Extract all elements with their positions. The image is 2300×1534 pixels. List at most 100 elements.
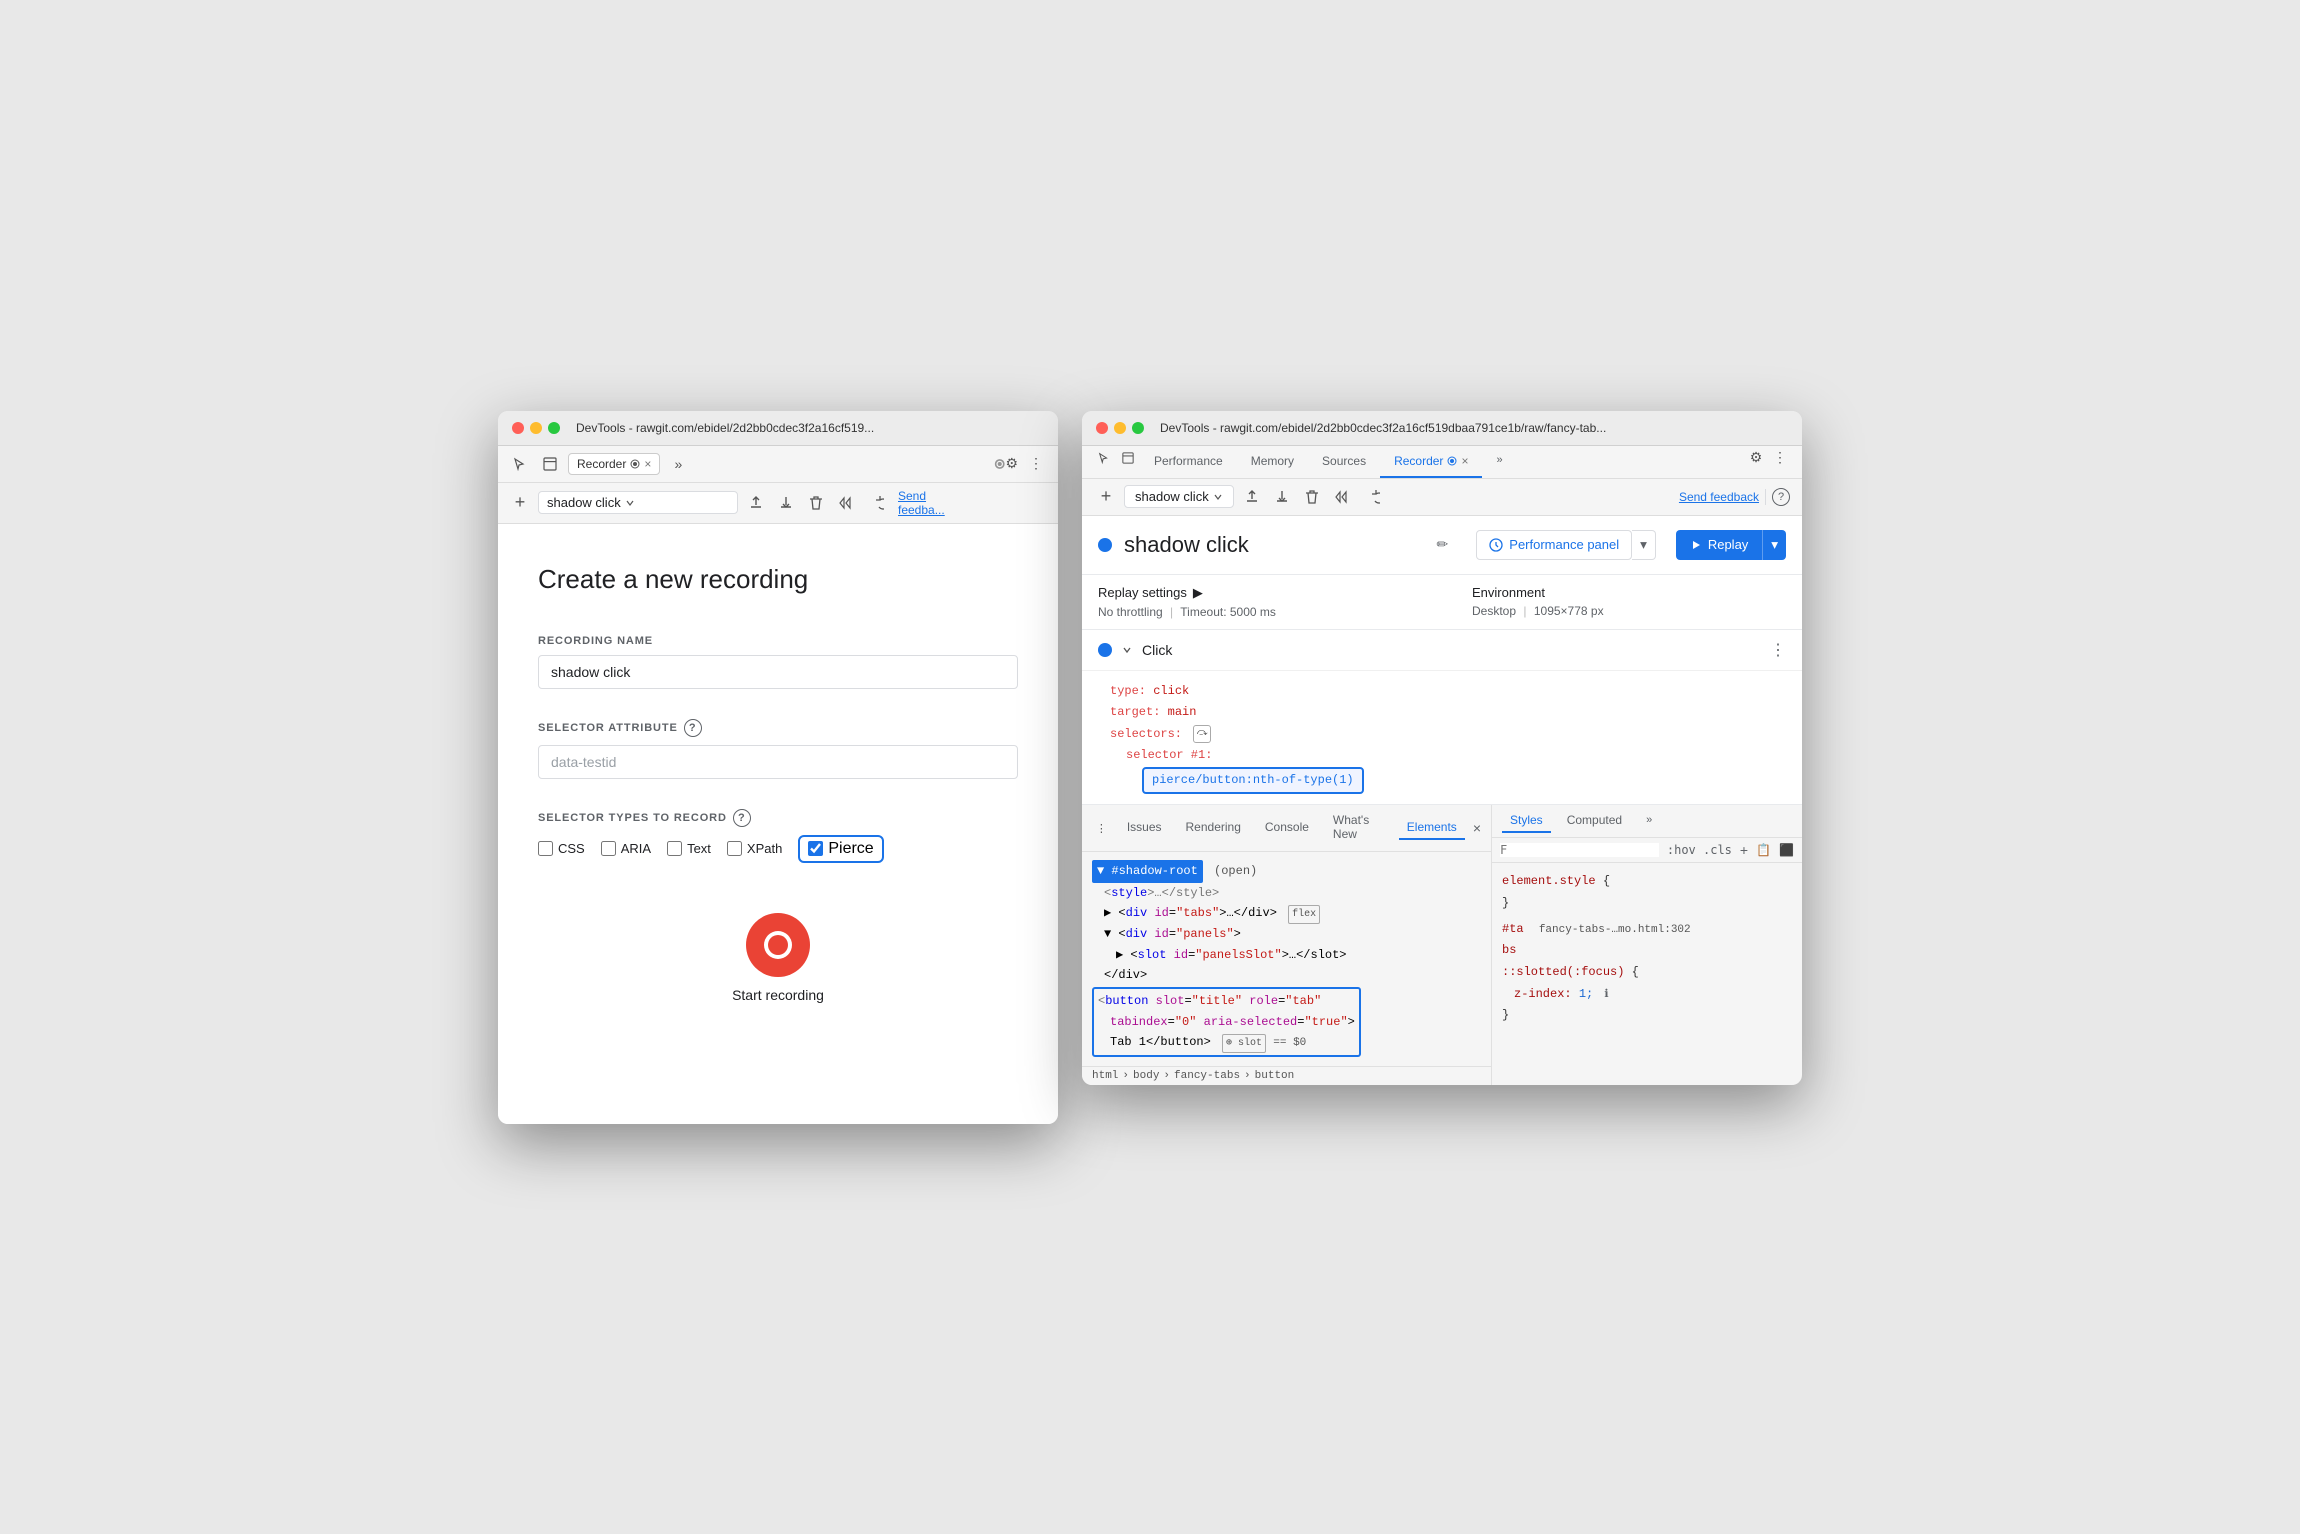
selector-types-help-icon[interactable]: ?	[733, 809, 751, 827]
minimize-button[interactable]	[530, 422, 542, 434]
right-traffic-lights	[1096, 422, 1144, 434]
download-icon[interactable]	[774, 491, 798, 515]
menu-icon[interactable]: ⋮	[1024, 452, 1048, 476]
replay-button[interactable]: Replay	[1676, 530, 1762, 560]
right-pointer-icon[interactable]	[1092, 446, 1116, 470]
style-rule-2-close: }	[1502, 1005, 1792, 1027]
dom-breadcrumb: html › body › fancy-tabs › button	[1082, 1066, 1491, 1085]
css-checkbox-item[interactable]: CSS	[538, 841, 585, 856]
tab-console[interactable]: Console	[1257, 816, 1317, 840]
panel-more-icon[interactable]: ⋮	[1092, 816, 1111, 840]
delete-icon[interactable]	[804, 491, 828, 515]
recording-name-section: RECORDING NAME shadow click	[538, 635, 1018, 689]
tab-recorder[interactable]: Recorder ×	[1380, 446, 1482, 478]
dom-panel-close-icon[interactable]: ×	[1473, 820, 1481, 836]
selector-attr-input[interactable]	[538, 745, 1018, 779]
maximize-button[interactable]	[548, 422, 560, 434]
right-maximize-button[interactable]	[1132, 422, 1144, 434]
dom-line-shadow-root: ▼ #shadow-root (open)	[1092, 860, 1481, 882]
send-feedback-link[interactable]: Send feedback	[1679, 490, 1759, 504]
xpath-checkbox-item[interactable]: XPath	[727, 841, 782, 856]
xpath-checkbox[interactable]	[727, 841, 742, 856]
expand-icon[interactable]: ▶	[1193, 585, 1203, 601]
close-tab-icon[interactable]: ×	[644, 457, 651, 471]
collapse-icon[interactable]	[1122, 645, 1132, 655]
styles-filter-input[interactable]	[1500, 843, 1659, 857]
more-tabs-btn[interactable]: »	[1482, 446, 1516, 478]
help-icon[interactable]: ?	[1772, 488, 1790, 506]
right-step-replay-icon[interactable]	[1330, 485, 1354, 509]
new-rule-icon[interactable]: ⬛	[1779, 843, 1794, 857]
tab-memory[interactable]: Memory	[1237, 446, 1308, 478]
right-dock-icon[interactable]	[1116, 446, 1140, 470]
text-checkbox-item[interactable]: Text	[667, 841, 711, 856]
selector-attr-label: SELECTOR ATTRIBUTE ?	[538, 719, 1018, 737]
right-refresh-icon[interactable]	[1360, 485, 1384, 509]
upload-icon[interactable]	[744, 491, 768, 515]
recorder-tab[interactable]: Recorder ×	[568, 453, 660, 475]
tab-rendering[interactable]: Rendering	[1178, 816, 1249, 840]
dock-icon[interactable]	[538, 452, 562, 476]
record-dot	[768, 935, 788, 955]
right-menu-icon[interactable]: ⋮	[1768, 446, 1792, 470]
close-button[interactable]	[512, 422, 524, 434]
right-add-icon[interactable]: +	[1094, 485, 1118, 509]
start-recording-button[interactable]	[746, 913, 810, 977]
recording-name-display: shadow click	[547, 495, 621, 510]
perf-btn-label: Performance panel	[1509, 537, 1619, 552]
edit-icon[interactable]: ✏	[1437, 536, 1449, 553]
selector-checkboxes: CSS ARIA Text XPath Pierce	[538, 835, 1018, 863]
performance-panel-dropdown[interactable]: ▾	[1632, 530, 1656, 560]
pierce-checkbox[interactable]	[808, 841, 823, 856]
step-more-icon[interactable]: ⋮	[1770, 640, 1786, 660]
element-state-icon[interactable]: 📋	[1756, 843, 1771, 857]
performance-panel-button[interactable]: Performance panel	[1476, 530, 1632, 560]
right-download-icon[interactable]	[1270, 485, 1294, 509]
css-checkbox[interactable]	[538, 841, 553, 856]
step-replay-icon[interactable]	[834, 491, 858, 515]
aria-checkbox[interactable]	[601, 841, 616, 856]
right-settings-icon[interactable]: ⚙	[1744, 446, 1768, 470]
add-style-icon[interactable]: +	[1740, 842, 1748, 858]
send-feedback-left[interactable]: Sendfeedba...	[898, 489, 945, 517]
close-recorder-tab-icon[interactable]: ×	[1461, 454, 1468, 468]
tab-performance[interactable]: Performance	[1140, 446, 1237, 478]
tab-more-styles[interactable]: »	[1638, 810, 1660, 832]
recorder-header: shadow click ✏ Performance panel ▾ Repla…	[1082, 516, 1802, 575]
tab-styles[interactable]: Styles	[1502, 809, 1551, 833]
divider	[1765, 489, 1766, 505]
dom-line-button: <button slot="title" role="tab" tabindex…	[1092, 987, 1361, 1057]
add-recording-icon[interactable]: +	[508, 491, 532, 515]
left-title-bar: DevTools - rawgit.com/ebidel/2d2bb0cdec3…	[498, 411, 1058, 446]
pierce-checkbox-item[interactable]: Pierce	[798, 835, 883, 863]
tab-sources[interactable]: Sources	[1308, 446, 1380, 478]
replay-btn-label: Replay	[1708, 537, 1748, 552]
pointer-icon[interactable]	[508, 452, 532, 476]
tab-whats-new[interactable]: What's New	[1325, 809, 1391, 847]
tab-computed[interactable]: Computed	[1559, 809, 1630, 833]
tab-elements[interactable]: Elements	[1399, 816, 1465, 840]
right-dropdown-chevron-icon[interactable]	[1213, 492, 1223, 502]
more-tabs-icon[interactable]: »	[666, 452, 690, 476]
dropdown-chevron-icon[interactable]	[625, 498, 635, 508]
recording-name-input[interactable]: shadow click	[538, 655, 1018, 689]
form-title: Create a new recording	[538, 564, 1018, 595]
right-devtools-window: DevTools - rawgit.com/ebidel/2d2bb0cdec3…	[1082, 411, 1802, 1086]
text-checkbox[interactable]	[667, 841, 682, 856]
replay-dropdown-button[interactable]: ▾	[1762, 530, 1786, 560]
code-line-selector-num: selector #1:	[1110, 745, 1782, 767]
style-rule-2-ref: #ta fancy-tabs-…mo.html:302	[1502, 919, 1792, 941]
settings-icon[interactable]: ⚙	[994, 452, 1018, 476]
right-delete-icon[interactable]	[1300, 485, 1324, 509]
dom-line-slot: ▶ <slot id="panelsSlot">…</slot>	[1092, 945, 1481, 965]
cursor-icon: ⤼	[1193, 725, 1211, 743]
style-rule-element: element.style {	[1502, 871, 1792, 893]
right-minimize-button[interactable]	[1114, 422, 1126, 434]
refresh-icon[interactable]	[864, 491, 888, 515]
right-upload-icon[interactable]	[1240, 485, 1264, 509]
recorder-tab-label: Recorder	[577, 457, 626, 471]
aria-checkbox-item[interactable]: ARIA	[601, 841, 651, 856]
right-close-button[interactable]	[1096, 422, 1108, 434]
selector-attr-help-icon[interactable]: ?	[684, 719, 702, 737]
tab-issues[interactable]: Issues	[1119, 816, 1170, 840]
